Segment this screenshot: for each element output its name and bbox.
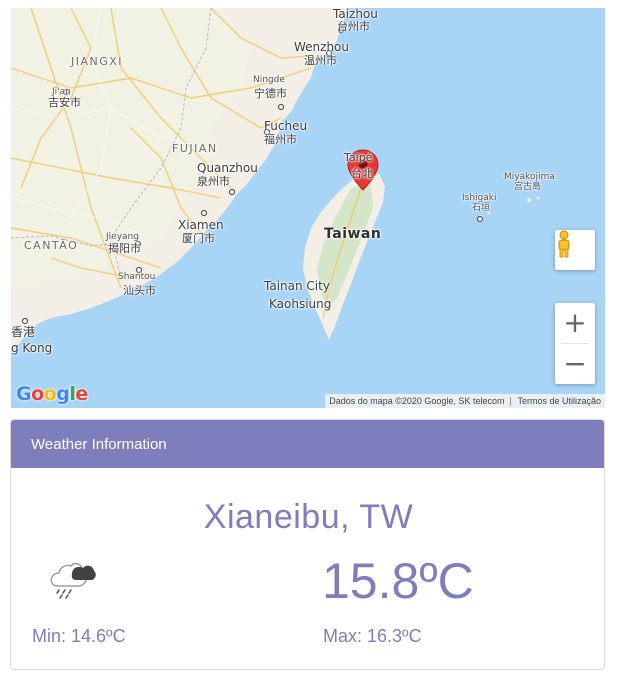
map-label-taipei-cjk: 台北 <box>351 167 373 180</box>
map-label-jieyang-cjk: 揭阳市 <box>108 242 141 255</box>
map-label-jiangxi: JIANGXI <box>71 55 124 68</box>
map-label-fucheu-cjk: 福州市 <box>264 133 297 146</box>
street-view-pegman-button[interactable] <box>555 230 595 270</box>
min-temperature: Min: 14.6ºC <box>32 626 126 646</box>
map-label-quanzhou: Quanzhou <box>197 161 258 175</box>
weather-card-header: Weather Information <box>11 420 604 468</box>
terms-of-use-link[interactable]: Termos de Utilização <box>517 396 601 406</box>
map-label-hongkong: g Kong <box>11 341 53 355</box>
map-label-miyakojima-cjk: 宫古島 <box>514 182 542 192</box>
map-label-wenzhou-cjk: 温州市 <box>304 54 337 67</box>
zoom-out-button[interactable]: − <box>555 344 595 384</box>
map-label-shantou: Shantou <box>118 272 156 282</box>
map-label-quanzhou-cjk: 泉州市 <box>197 175 230 188</box>
pegman-icon <box>558 230 570 258</box>
map-label-taizhou-cjk: 台州市 <box>337 20 370 33</box>
map-label-jian-cjk: 吉安市 <box>48 96 81 109</box>
map-label-cantao: CANTÃO <box>24 239 79 252</box>
map-label-ningde: Ningde <box>253 75 285 85</box>
map-label-xiamen: Xiamen <box>178 218 224 232</box>
map-data-credit: Dados do mapa ©2020 Google, SK telecom <box>329 396 505 406</box>
map-label-ishigaki-cjk: 石垣 <box>472 203 491 213</box>
map-attribution: Dados do mapa ©2020 Google, SK telecom T… <box>325 394 605 408</box>
map-label-fucheu: Fucheu <box>264 119 308 133</box>
weather-card: Weather Information Xianeibu, TW 15.8ºC … <box>10 419 605 670</box>
map-label-xiamen-cjk: 厦门市 <box>182 232 215 245</box>
map-label-taizhou: Taizhou <box>333 8 378 21</box>
max-temperature: Max: 16.3ºC <box>323 626 422 646</box>
map-label-wenzhou: Wenzhou <box>294 40 350 54</box>
attribution-separator <box>510 396 512 406</box>
map-label-fujian: FUJIAN <box>172 142 218 155</box>
map-label-kaohsiung: Kaohsiung <box>269 297 332 311</box>
city-name: Xianeibu, TW <box>203 498 414 536</box>
current-temperature: 15.8ºC <box>322 553 474 609</box>
map-view[interactable]: Taizhou 台州市 Wenzhou 温州市 JIANGXI Ji'an 吉安… <box>11 8 605 408</box>
cloud-rain-icon <box>46 556 96 607</box>
map-label-tainan: Tainan City <box>264 279 330 293</box>
google-logo: Google <box>16 383 88 405</box>
map-label-ningde-cjk: 宁德市 <box>254 87 287 100</box>
map-canvas[interactable] <box>11 8 605 408</box>
map-label-hongkong-cjk: 香港 <box>11 325 36 339</box>
zoom-in-button[interactable]: + <box>555 303 595 343</box>
zoom-control: + − <box>555 303 595 384</box>
map-label-taipei: Taipé <box>344 151 373 164</box>
map-label-taiwan: Taiwan <box>324 226 382 242</box>
map-label-shantou-cjk: 汕头市 <box>123 284 156 297</box>
weather-card-title: Weather Information <box>31 435 167 453</box>
